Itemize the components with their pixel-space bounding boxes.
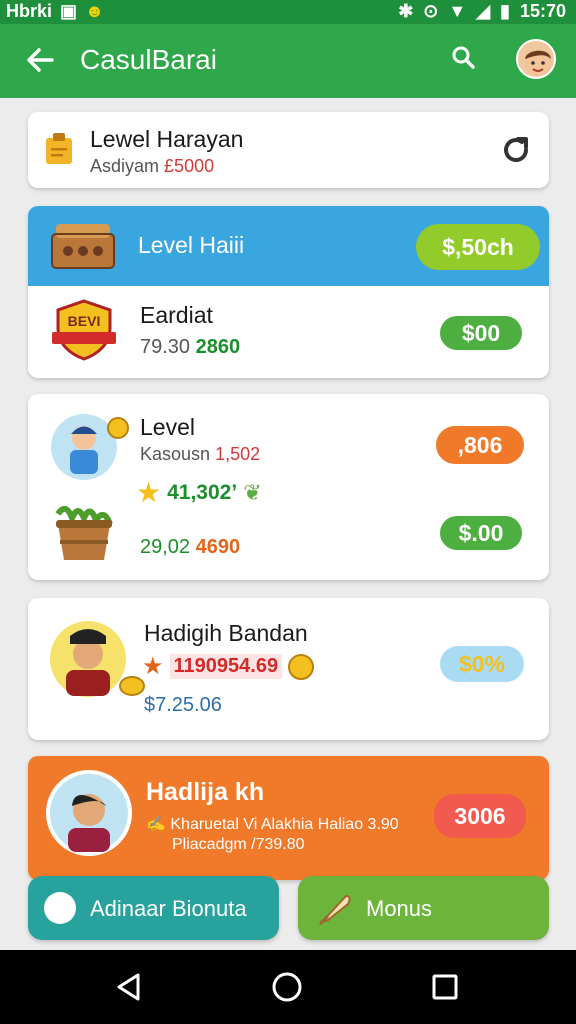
clock: 15:70 xyxy=(519,1,566,21)
bluetooth-icon: ✱ xyxy=(398,1,414,21)
badge-text: BEVI xyxy=(68,313,101,329)
bottom-values: 29,02 4690 xyxy=(140,536,240,559)
star-value: 1190954.69 xyxy=(169,654,283,679)
vegetable-basket-icon xyxy=(48,500,120,569)
clipboard-icon xyxy=(44,132,74,171)
star-icon: ★ xyxy=(136,477,162,508)
star-value: 41,302’ xyxy=(167,480,238,504)
value-2: 2860 xyxy=(195,336,241,358)
level-card-top[interactable]: Lewel Harayan Asdiyam £5000 xyxy=(28,112,549,188)
card-subtitle: Asdiyam £5000 xyxy=(90,156,215,176)
bottom-value-2: 4690 xyxy=(195,536,241,558)
battery-icon: ▮ xyxy=(500,1,510,21)
system-nav-bar xyxy=(0,950,576,1024)
status-bar: Hbrki ▣ ☻ ✱ ⊙ ▼ ◢ ▮ 15:70 xyxy=(0,0,576,24)
card-header: Level Haiii $,50ch xyxy=(28,206,549,286)
star-row: ★ 1190954.69 xyxy=(142,652,315,681)
profile-avatar[interactable] xyxy=(516,39,556,79)
adinaar-button-label: Adinaar Bionuta xyxy=(90,896,247,921)
level-card-haiii[interactable]: Level Haiii $,50ch BEVI Eardiat 79.30 28… xyxy=(28,206,549,378)
card-title: Hadigih Bandan xyxy=(144,620,308,646)
star-icon: ★ xyxy=(142,653,164,680)
hadlija-card[interactable]: Hadlija kh ✍ Kharuetal Vi Alakhia Haliao… xyxy=(28,756,549,880)
refresh-icon[interactable] xyxy=(500,134,532,171)
leaf-icon: ❦ xyxy=(243,479,262,505)
card-subtitle: Kasousn 1,502 xyxy=(140,444,261,464)
card-subtitle-value: 1,502 xyxy=(215,444,261,464)
player-avatar xyxy=(50,412,132,487)
percent-pill[interactable]: $0% xyxy=(440,646,524,682)
orange-pill[interactable]: ,806 xyxy=(436,426,524,464)
monus-button-label: Monus xyxy=(366,896,433,921)
card-values: 79.30 2860 xyxy=(140,336,240,359)
treasure-chest-icon xyxy=(48,220,118,275)
card-title: Hadlija kh xyxy=(146,778,265,806)
card-title: Lewel Harayan xyxy=(90,126,244,152)
notification-icon: ☻ xyxy=(85,1,104,21)
merchant-avatar xyxy=(48,616,148,707)
card-title: Level xyxy=(140,414,195,440)
card-header-title: Level Haiii xyxy=(138,232,245,258)
back-arrow-icon[interactable] xyxy=(22,42,58,78)
alarm-icon: ⊙ xyxy=(423,1,439,21)
hadigih-card[interactable]: Hadigih Bandan ★ 1190954.69 $7.25.06 $0% xyxy=(28,598,549,740)
hero-avatar xyxy=(46,770,132,861)
level-card[interactable]: Level Kasousn 1,502 ★ 41,302’ ❦ ,806 29,… xyxy=(28,394,549,580)
header-price-pill[interactable]: $,50ch xyxy=(416,224,540,270)
puzzle-icon xyxy=(44,892,76,924)
app-bar: CasulBarai xyxy=(0,24,576,98)
card-title: Eardiat xyxy=(140,302,213,328)
card-subtitle-value: £5000 xyxy=(164,156,215,176)
home-icon[interactable] xyxy=(270,970,304,1004)
feather-icon xyxy=(316,888,354,931)
red-pill[interactable]: 3006 xyxy=(434,794,526,838)
value-1: 79.30 xyxy=(140,336,191,358)
bottom-value: $7.25.06 xyxy=(144,694,222,716)
page-title: CasulBarai xyxy=(80,44,217,75)
wifi-icon: ▼ xyxy=(448,1,467,21)
signal-icon: ◢ xyxy=(476,1,491,21)
search-icon[interactable] xyxy=(450,44,476,77)
price-pill[interactable]: $00 xyxy=(440,316,522,350)
carrier-label: Hbrki xyxy=(6,1,53,21)
adinaar-button[interactable]: Adinaar Bionuta xyxy=(28,876,279,940)
bottom-value-1: 29,02 xyxy=(140,536,191,558)
shield-badge-icon: BEVI xyxy=(50,298,118,367)
coin-icon xyxy=(288,653,315,680)
price-pill[interactable]: $.00 xyxy=(440,516,522,550)
card-line-1: ✍ Kharuetal Vi Alakhia Haliao 3.90 xyxy=(146,816,399,833)
sim-icon: ▣ xyxy=(60,1,78,21)
back-icon[interactable] xyxy=(112,970,146,1004)
card-line-2: Pliacadgm /739.80 xyxy=(172,836,305,853)
hand-icon: ✍ xyxy=(146,816,166,833)
monus-button[interactable]: Monus xyxy=(298,876,549,940)
star-row: ★ 41,302’ ❦ xyxy=(136,476,262,509)
recents-icon[interactable] xyxy=(428,970,462,1004)
